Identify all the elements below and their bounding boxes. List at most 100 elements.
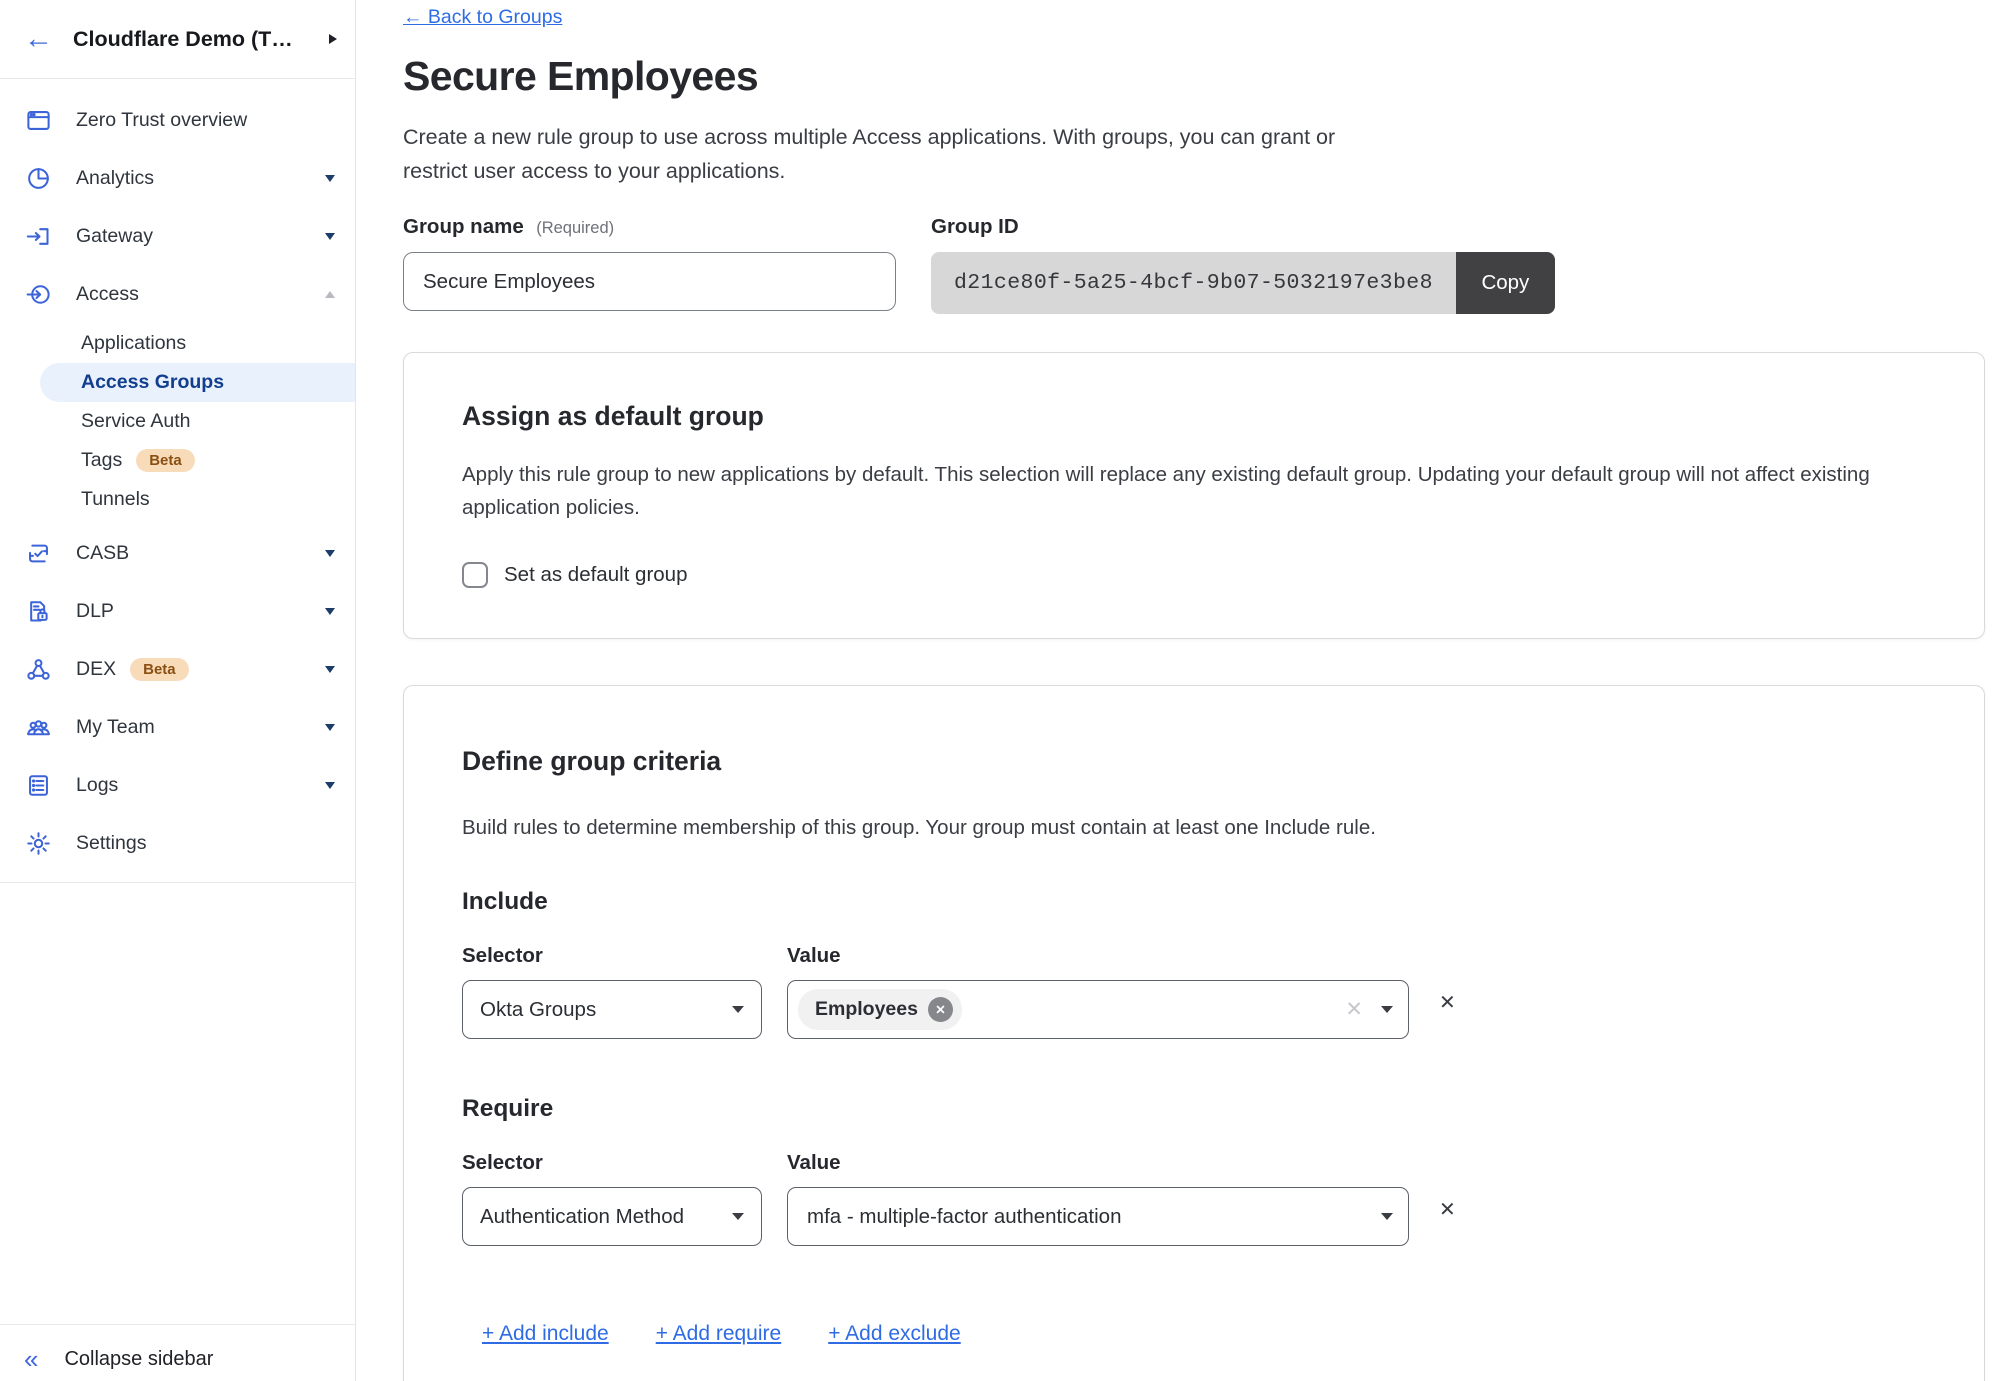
group-name-column: Group name (Required) (403, 215, 896, 314)
sidebar-item-label: Zero Trust overview (76, 109, 247, 132)
sidebar-item-label: Access (76, 283, 139, 306)
include-rule-row: Okta Groups Employees ✕ ✕ ✕ (462, 980, 1926, 1039)
chevron-down-icon[interactable] (1381, 1006, 1393, 1013)
collapse-left-icon: « (24, 1346, 38, 1372)
sidebar-item-label: CASB (76, 542, 129, 565)
sidebar-item-label: My Team (76, 716, 155, 739)
default-group-checkbox-label: Set as default group (504, 563, 688, 587)
sidebar-item-tunnels[interactable]: Tunnels (0, 480, 355, 519)
clear-values-icon[interactable]: ✕ (1345, 999, 1363, 1020)
team-icon (24, 713, 52, 741)
default-group-checkbox[interactable] (462, 562, 488, 588)
access-sub-list: Applications Access Groups Service Auth … (0, 324, 355, 519)
back-to-groups-link[interactable]: ← Back to Groups (403, 6, 562, 29)
selector-label: Selector (462, 1151, 787, 1175)
page-title: Secure Employees (403, 53, 1985, 100)
remove-tag-icon[interactable]: ✕ (928, 997, 953, 1022)
gateway-icon (24, 222, 52, 250)
account-title: Cloudflare Demo (T… (73, 27, 309, 52)
add-rule-links: + Add include + Add require + Add exclud… (482, 1322, 1926, 1346)
chevron-up-icon[interactable] (325, 291, 335, 298)
criteria-card-body: Build rules to determine membership of t… (462, 811, 1926, 844)
main-content: ← Back to Groups Secure Employees Create… (357, 0, 1999, 1381)
chevron-down-icon[interactable] (325, 782, 335, 789)
chevron-down-icon[interactable] (325, 608, 335, 615)
chevron-down-icon[interactable] (325, 175, 335, 182)
remove-include-rule-icon[interactable]: ✕ (1439, 993, 1456, 1013)
sidebar-item-settings[interactable]: Settings (0, 814, 355, 872)
page-description: Create a new rule group to use across mu… (403, 120, 1378, 188)
group-meta-row: Group name (Required) Group ID d21ce80f-… (403, 215, 1985, 314)
dex-icon (24, 655, 52, 683)
value-label: Value (787, 944, 841, 968)
criteria-card-title: Define group criteria (462, 746, 1926, 777)
default-group-card: Assign as default group Apply this rule … (403, 352, 1985, 639)
sidebar-item-zero-trust-overview[interactable]: Zero Trust overview (0, 91, 355, 149)
sidebar-item-label: DLP (76, 600, 114, 623)
copy-button[interactable]: Copy (1456, 252, 1555, 314)
chevron-down-icon[interactable] (325, 550, 335, 557)
chevron-down-icon[interactable] (325, 233, 335, 240)
pie-chart-icon (24, 164, 52, 192)
default-group-card-title: Assign as default group (462, 401, 1926, 432)
criteria-card: Define group criteria Build rules to det… (403, 685, 1985, 1381)
sidebar-item-casb[interactable]: CASB (0, 524, 355, 582)
include-heading: Include (462, 888, 1926, 916)
divider (0, 882, 355, 883)
chevron-down-icon[interactable] (1381, 1213, 1393, 1220)
require-value: mfa - multiple-factor authentication (798, 1205, 1121, 1229)
sidebar-item-access-groups[interactable]: Access Groups (40, 363, 355, 402)
chevron-down-icon (732, 1213, 744, 1220)
sidebar-item-dex[interactable]: DEX Beta (0, 640, 355, 698)
include-field-labels: Selector Value (462, 944, 1926, 968)
sidebar-item-label: DEX (76, 658, 116, 681)
require-selector-value: Authentication Method (480, 1205, 684, 1229)
require-rule-row: Authentication Method mfa - multiple-fac… (462, 1187, 1926, 1246)
require-field-labels: Selector Value (462, 1151, 1926, 1175)
value-tag-label: Employees (815, 998, 918, 1021)
expand-right-icon[interactable] (329, 34, 337, 44)
add-require-link[interactable]: + Add require (656, 1322, 782, 1346)
selector-label: Selector (462, 944, 787, 968)
collapse-sidebar-button[interactable]: « Collapse sidebar (0, 1324, 355, 1381)
group-name-input[interactable] (403, 252, 896, 311)
include-selector-value: Okta Groups (480, 998, 596, 1022)
value-tag: Employees ✕ (798, 989, 962, 1030)
sidebar-item-logs[interactable]: Logs (0, 756, 355, 814)
require-value-dropdown[interactable]: mfa - multiple-factor authentication (787, 1187, 1409, 1246)
chevron-down-icon[interactable] (325, 666, 335, 673)
add-include-link[interactable]: + Add include (482, 1322, 609, 1346)
sidebar-header: ← Cloudflare Demo (T… (0, 0, 355, 79)
include-value-multiselect[interactable]: Employees ✕ ✕ (787, 980, 1409, 1039)
sidebar-item-service-auth[interactable]: Service Auth (0, 402, 355, 441)
chevron-down-icon[interactable] (325, 724, 335, 731)
window-icon (24, 106, 52, 134)
sidebar-item-label: Logs (76, 774, 118, 797)
include-selector-dropdown[interactable]: Okta Groups (462, 980, 762, 1039)
group-id-value: d21ce80f-5a25-4bcf-9b07-5032197e3be8 (931, 252, 1456, 314)
gear-icon (24, 829, 52, 857)
sidebar-item-label: Applications (81, 332, 186, 355)
sidebar-item-label: Analytics (76, 167, 154, 190)
sidebar-item-gateway[interactable]: Gateway (0, 207, 355, 265)
sidebar-item-access[interactable]: Access (0, 265, 355, 323)
casb-icon (24, 539, 52, 567)
remove-require-rule-icon[interactable]: ✕ (1439, 1200, 1456, 1220)
add-exclude-link[interactable]: + Add exclude (828, 1322, 961, 1346)
sidebar-item-dlp[interactable]: DLP (0, 582, 355, 640)
back-arrow-icon[interactable]: ← (24, 25, 53, 54)
sidebar-nav: Zero Trust overview Analytics Gateway (0, 79, 355, 1324)
collapse-label: Collapse sidebar (64, 1348, 213, 1371)
sidebar-item-label: Service Auth (81, 410, 190, 433)
beta-badge: Beta (136, 449, 195, 472)
sidebar-item-my-team[interactable]: My Team (0, 698, 355, 756)
set-default-group-row[interactable]: Set as default group (462, 562, 1926, 588)
sidebar-item-analytics[interactable]: Analytics (0, 149, 355, 207)
require-heading: Require (462, 1095, 1926, 1123)
sidebar-item-tags[interactable]: Tags Beta (0, 441, 355, 480)
dlp-icon (24, 597, 52, 625)
sidebar-item-applications[interactable]: Applications (0, 324, 355, 363)
sidebar-item-label: Settings (76, 832, 146, 855)
sidebar-item-label: Gateway (76, 225, 153, 248)
require-selector-dropdown[interactable]: Authentication Method (462, 1187, 762, 1246)
